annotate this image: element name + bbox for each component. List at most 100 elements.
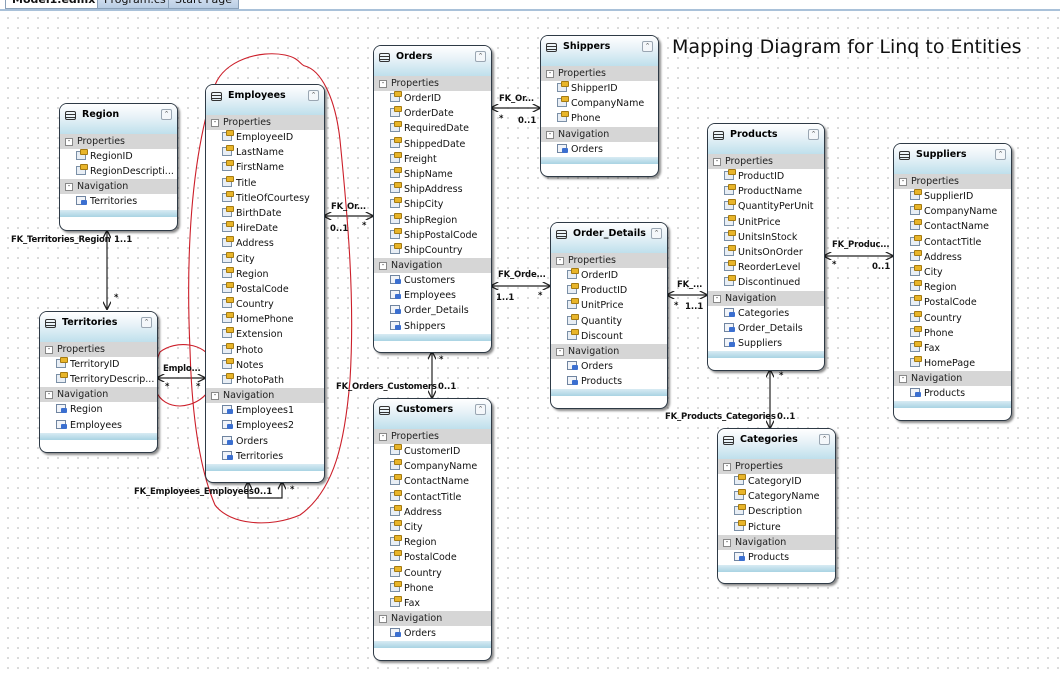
entity-products[interactable]: Products ⌃ - Properties ProductID ProductN… (707, 123, 825, 371)
navigation-item[interactable]: Order_Details (374, 303, 491, 318)
property-item[interactable]: Fax (374, 595, 491, 611)
navigation-section[interactable]: - Navigation (551, 343, 667, 359)
entity-shippers[interactable]: Shippers ⌃ - Properties ShipperID CompanyN… (540, 35, 659, 177)
association-label[interactable]: FK_Or... (331, 202, 366, 212)
property-item[interactable]: UnitsOnOrder (708, 244, 824, 260)
property-item[interactable]: Quantity (551, 313, 667, 329)
property-item[interactable]: SupplierID (894, 189, 1011, 204)
navigation-item[interactable]: Orders (551, 359, 667, 374)
property-item[interactable]: HomePage (894, 356, 1011, 371)
property-item[interactable]: ShipPostalCode (374, 227, 491, 243)
property-item[interactable]: City (206, 251, 324, 267)
property-item[interactable]: Region (894, 280, 1011, 295)
navigation-item[interactable]: Employees (374, 288, 491, 303)
collapse-icon[interactable]: ⌃ (475, 51, 486, 62)
collapse-icon[interactable]: ⌃ (808, 129, 819, 140)
association-label[interactable]: FK_Produc... (832, 240, 890, 250)
property-item[interactable]: Address (374, 504, 491, 520)
navigation-section[interactable]: - Navigation (60, 179, 177, 195)
navigation-item[interactable]: Orders (541, 142, 658, 157)
association-label[interactable]: Emplo... (163, 364, 201, 374)
properties-section[interactable]: - Properties (708, 154, 824, 169)
property-item[interactable]: HireDate (206, 221, 324, 236)
collapse-icon[interactable]: ⌃ (642, 41, 653, 52)
entity-order-details[interactable]: Order_Details ⌃ - Properties OrderID Produ… (550, 222, 668, 409)
collapse-icon[interactable]: ⌃ (141, 317, 152, 328)
collapse-icon[interactable]: ⌃ (308, 90, 319, 101)
navigation-item[interactable]: Suppliers (708, 336, 824, 351)
property-item[interactable]: LastName (206, 145, 324, 160)
property-item[interactable]: PostalCode (894, 295, 1011, 310)
navigation-item[interactable]: Territories (206, 449, 324, 464)
navigation-item[interactable]: Categories (708, 306, 824, 321)
entity-customers[interactable]: Customers ⌃ - Properties CustomerID Compan… (373, 398, 492, 661)
association-label[interactable]: FK_Or... (499, 94, 534, 104)
property-item[interactable]: CompanyName (894, 204, 1011, 219)
navigation-section[interactable]: - Navigation (718, 534, 835, 550)
property-item[interactable]: Phone (541, 111, 658, 126)
property-item[interactable]: Photo (206, 342, 324, 358)
property-item[interactable]: ShipName (374, 166, 491, 182)
navigation-item[interactable]: Products (551, 374, 667, 389)
property-item[interactable]: ProductID (551, 283, 667, 298)
property-item[interactable]: CompanyName (374, 459, 491, 474)
property-item[interactable]: OrderID (551, 268, 667, 283)
property-item[interactable]: ContactTitle (894, 234, 1011, 250)
property-item[interactable]: Picture (718, 519, 835, 535)
property-item[interactable]: CompanyName (541, 96, 658, 111)
properties-section[interactable]: - Properties (894, 174, 1011, 189)
property-item[interactable]: Phone (894, 325, 1011, 341)
property-item[interactable]: ShipCountry (374, 242, 491, 258)
property-item[interactable]: PhotoPath (206, 373, 324, 388)
association-label[interactable]: FK_Products_Categories (665, 412, 776, 422)
navigation-item[interactable]: Employees2 (206, 418, 324, 433)
association-label[interactable]: FK_Orders_Customers (336, 382, 437, 392)
property-item[interactable]: CustomerID (374, 444, 491, 459)
property-item[interactable]: RegionDescripti... (60, 164, 177, 179)
properties-section[interactable]: - Properties (541, 66, 658, 81)
property-item[interactable]: FirstName (206, 160, 324, 175)
property-item[interactable]: OrderID (374, 91, 491, 106)
property-item[interactable]: ProductID (708, 169, 824, 184)
property-item[interactable]: Phone (374, 580, 491, 596)
property-item[interactable]: EmployeeID (206, 130, 324, 145)
property-item[interactable]: ContactName (374, 474, 491, 489)
navigation-section[interactable]: - Navigation (206, 388, 324, 404)
property-item[interactable]: UnitPrice (708, 214, 824, 230)
navigation-item[interactable]: Territories (60, 194, 177, 209)
collapse-icon[interactable]: ⌃ (161, 109, 172, 120)
property-item[interactable]: City (374, 519, 491, 535)
property-item[interactable]: ShipRegion (374, 212, 491, 228)
property-item[interactable]: Title (206, 175, 324, 191)
property-item[interactable]: BirthDate (206, 205, 324, 221)
association-label[interactable]: FK_Orde... (498, 270, 546, 280)
property-item[interactable]: Extension (206, 327, 324, 342)
properties-section[interactable]: - Properties (551, 253, 667, 268)
property-item[interactable]: Description (718, 504, 835, 519)
property-item[interactable]: HomePhone (206, 312, 324, 327)
property-item[interactable]: ShipperID (541, 81, 658, 96)
property-item[interactable]: Country (206, 297, 324, 312)
entity-territories[interactable]: Territories ⌃ - Properties TerritoryID Ter… (39, 311, 158, 453)
property-item[interactable]: Discount (551, 328, 667, 344)
association-label[interactable]: FK_... (677, 280, 702, 290)
properties-section[interactable]: - Properties (374, 429, 491, 444)
property-item[interactable]: RegionID (60, 149, 177, 164)
property-item[interactable]: ContactName (894, 219, 1011, 234)
association-label[interactable]: FK_Employees_Employees (134, 487, 254, 497)
navigation-section[interactable]: - Navigation (894, 371, 1011, 387)
properties-section[interactable]: - Properties (60, 134, 177, 149)
collapse-icon[interactable]: ⌃ (651, 228, 662, 239)
property-item[interactable]: Region (374, 535, 491, 550)
navigation-item[interactable]: Employees1 (206, 403, 324, 418)
collapse-icon[interactable]: ⌃ (995, 149, 1006, 160)
navigation-section[interactable]: - Navigation (374, 258, 491, 274)
property-item[interactable]: ShipCity (374, 197, 491, 212)
navigation-item[interactable]: Products (718, 550, 835, 565)
property-item[interactable]: Freight (374, 151, 491, 167)
navigation-item[interactable]: Shippers (374, 319, 491, 334)
property-item[interactable]: UnitPrice (551, 298, 667, 313)
navigation-item[interactable]: Employees (40, 418, 157, 433)
property-item[interactable]: ContactTitle (374, 489, 491, 505)
entity-region[interactable]: Region ⌃ - Properties RegionID RegionDescr… (59, 103, 178, 231)
